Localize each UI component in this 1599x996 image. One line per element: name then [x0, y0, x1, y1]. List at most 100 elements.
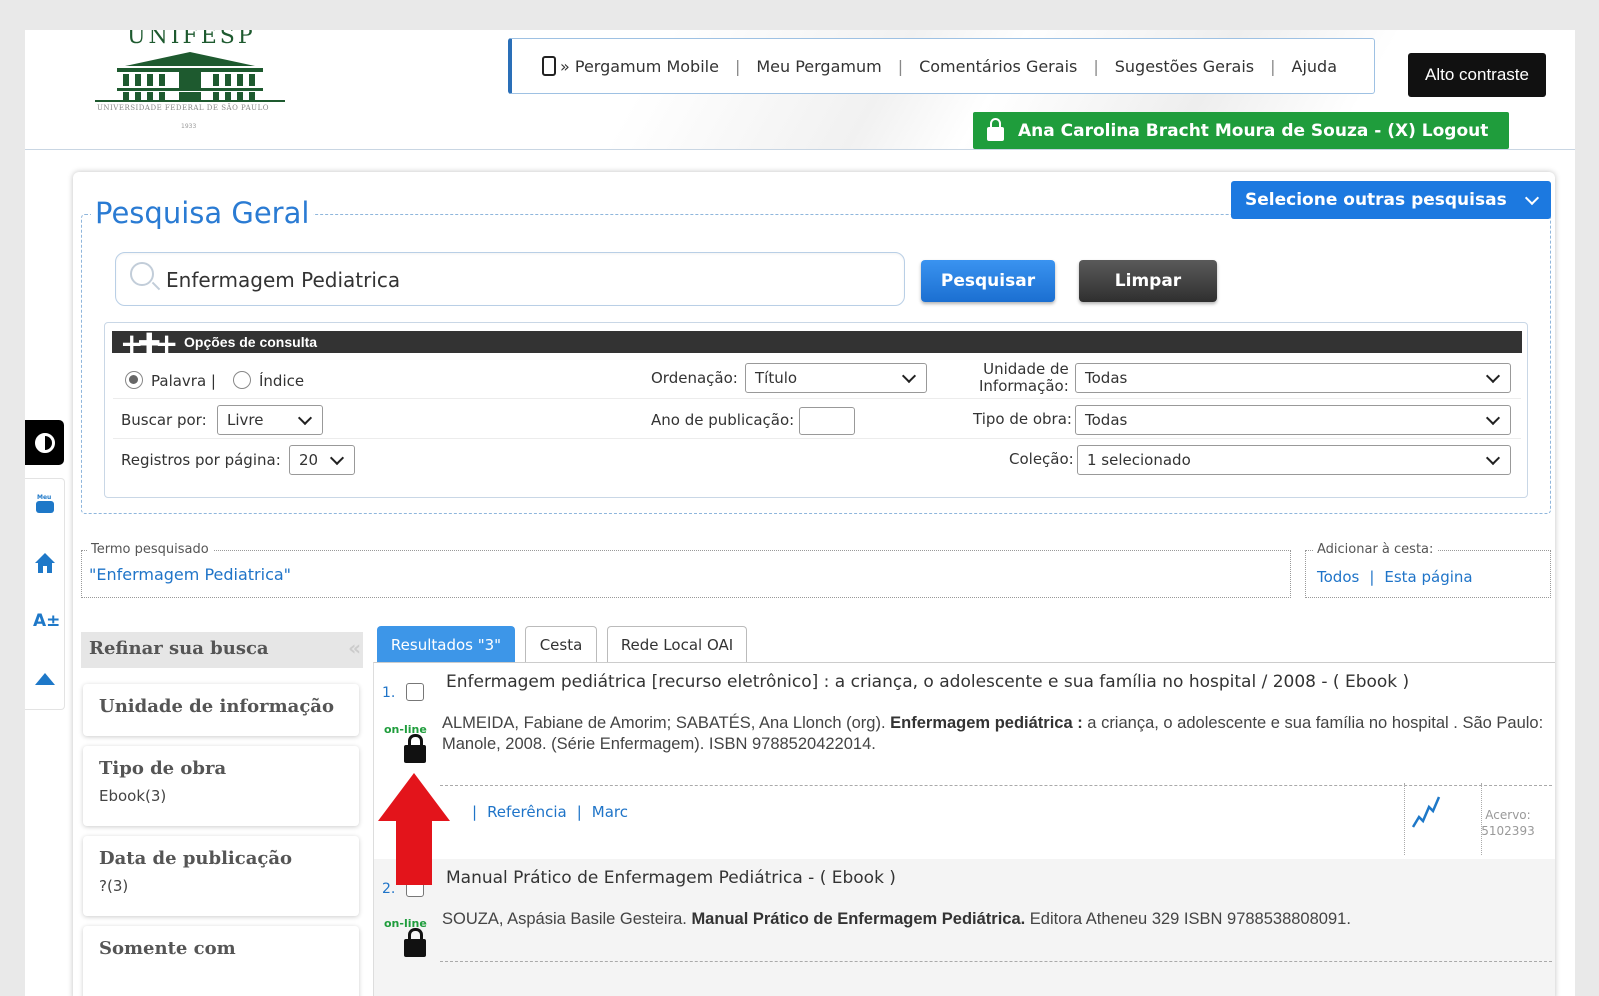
contrast-icon — [34, 432, 55, 453]
refine-tipo-obra[interactable]: Tipo de obra Ebook(3) — [83, 746, 359, 826]
buscar-value: Livre — [227, 411, 264, 429]
basket-all-link[interactable]: Todos — [1317, 568, 1359, 586]
refine-title: Refinar sua busca — [89, 638, 269, 659]
other-searches-label: Selecione outras pesquisas — [1245, 190, 1507, 210]
list-item: 1. on-line Enfermagem pediátrica [recurs… — [374, 663, 1555, 859]
top-navigation: » Pergamum Mobile | Meu Pergamum | Comen… — [508, 38, 1375, 94]
link-separator: | — [1369, 568, 1375, 586]
result-bold-title: Manual Prático de Enfermagem Pediátrica. — [691, 910, 1026, 928]
acervo-label: Acervo: — [1485, 808, 1531, 822]
result-description: ALMEIDA, Fabiane de Amorim; SABATÉS, Ana… — [442, 713, 1552, 755]
nav-separator: | — [1270, 56, 1276, 76]
contrast-toggle-button[interactable] — [25, 420, 64, 465]
radio-button[interactable] — [233, 371, 251, 389]
colecao-value: 1 selecionado — [1087, 451, 1191, 469]
radio-palavra[interactable]: Palavra | — [125, 371, 216, 390]
buscar-select[interactable]: Livre — [217, 405, 323, 435]
font-size-icon[interactable]: A± — [33, 609, 60, 633]
nav-pergamum-mobile[interactable]: » Pergamum Mobile — [560, 57, 719, 76]
options-row: Registros por página: 20 Coleção: 1 sele… — [113, 441, 1521, 479]
search-card: Pesquisa Geral Selecione outras pesquisa… — [73, 172, 1555, 996]
refine-unidade[interactable]: Unidade de informação — [83, 684, 359, 736]
mobile-icon — [542, 56, 556, 76]
refine-data-publicacao[interactable]: Data de publicação ?(3) — [83, 836, 359, 916]
chevron-down-icon — [329, 450, 345, 466]
acervo-value: 5102393 — [1481, 824, 1535, 838]
online-badge[interactable]: on-line — [382, 723, 432, 773]
search-term-value: "Enfermagem Pediatrica" — [89, 565, 292, 584]
lock-icon — [404, 734, 426, 763]
accessibility-panel: Meu A± — [25, 478, 65, 710]
refine-group-title: Data de publicação — [99, 848, 293, 869]
nav-ajuda[interactable]: Ajuda — [1292, 57, 1338, 76]
user-logout-bar[interactable]: Ana Carolina Bracht Moura de Souza - (X)… — [973, 112, 1509, 149]
refine-group-value[interactable]: ?(3) — [99, 877, 343, 895]
basket-page-link[interactable]: Esta página — [1384, 568, 1472, 586]
radio-indice[interactable]: Índice — [233, 371, 304, 390]
online-label: on-line — [384, 917, 427, 930]
page-title: Pesquisa Geral — [91, 196, 314, 230]
ordenacao-select[interactable]: Título — [745, 363, 927, 393]
marc-link[interactable]: Marc — [592, 803, 628, 821]
scroll-top-icon[interactable] — [33, 667, 57, 691]
registros-select[interactable]: 20 — [289, 445, 355, 475]
tab-cesta[interactable]: Cesta — [525, 626, 597, 662]
result-checkbox[interactable] — [406, 683, 424, 701]
site-header: UNIFESP UNIVERSIDADE FEDERAL DE SÃO PAUL… — [25, 30, 1575, 150]
logo-name: UNIFESP — [127, 30, 256, 49]
online-label: on-line — [384, 723, 427, 736]
tab-resultados[interactable]: Resultados "3" — [377, 626, 515, 662]
unidade-select[interactable]: Todas — [1075, 363, 1511, 393]
tipo-select[interactable]: Todas — [1075, 405, 1511, 435]
nav-comentarios-gerais[interactable]: Comentários Gerais — [919, 57, 1077, 76]
result-authors: ALMEIDA, Fabiane de Amorim; SABATÉS, Ana… — [442, 714, 891, 732]
result-bold-title: Enfermagem pediátrica : — [890, 714, 1083, 732]
other-searches-dropdown[interactable]: Selecione outras pesquisas — [1231, 181, 1551, 219]
clear-button[interactable]: Limpar — [1079, 260, 1217, 302]
search-input[interactable] — [166, 263, 886, 297]
search-term-legend: Termo pesquisado — [87, 542, 213, 557]
refine-somente-com[interactable]: Somente com — [83, 926, 359, 996]
user-logout-label: Ana Carolina Bracht Moura de Souza - (X)… — [1018, 120, 1489, 141]
divider — [440, 961, 1552, 962]
online-badge[interactable]: on-line — [382, 917, 432, 967]
collapse-icon[interactable]: « — [348, 636, 361, 660]
link-separator: | — [472, 803, 478, 821]
divider — [440, 785, 1552, 786]
university-building-icon — [95, 52, 285, 102]
unifesp-logo[interactable]: UNIFESP UNIVERSIDADE FEDERAL DE SÃO PAUL… — [95, 30, 285, 135]
ordenacao-value: Título — [755, 369, 798, 387]
acervo-id: Acervo: 5102393 — [1468, 807, 1548, 839]
logo-subtitle: UNIVERSIDADE FEDERAL DE SÃO PAULO — [97, 104, 269, 112]
refine-group-title: Tipo de obra — [99, 758, 227, 779]
nav-separator: | — [734, 56, 741, 76]
tab-rede-local-oai[interactable]: Rede Local OAI — [607, 626, 747, 662]
options-row: Palavra | Índice Ordenação: Título Unida… — [113, 361, 1521, 399]
ano-input[interactable] — [799, 407, 855, 435]
plus-icon: +✚+ — [120, 327, 178, 360]
lock-icon — [987, 117, 1004, 141]
meu-pergamum-icon[interactable]: Meu — [33, 493, 57, 517]
high-contrast-button[interactable]: Alto contraste — [1408, 53, 1546, 97]
tipo-value: Todas — [1085, 411, 1128, 429]
refine-group-value[interactable]: Ebook(3) — [99, 787, 343, 805]
search-button[interactable]: Pesquisar — [921, 260, 1055, 302]
unidade-label: Unidade de Informação: — [979, 361, 1069, 395]
unidade-label-line1: Unidade de — [983, 360, 1069, 378]
result-title[interactable]: Enfermagem pediátrica [recurso eletrônic… — [446, 672, 1409, 692]
registros-value: 20 — [299, 451, 319, 469]
result-title[interactable]: Manual Prático de Enfermagem Pediátrica … — [446, 868, 896, 888]
result-number: 1. — [382, 685, 396, 701]
nav-sugestoes-gerais[interactable]: Sugestões Gerais — [1115, 57, 1254, 76]
query-options-header[interactable]: +✚+ Opções de consulta — [112, 327, 1522, 360]
result-links: | Referência | Marc — [462, 803, 628, 821]
options-row: Buscar por: Livre Ano de publicação: Tip… — [113, 401, 1521, 439]
svg-text:Meu: Meu — [37, 494, 51, 501]
home-icon[interactable] — [33, 551, 57, 575]
radio-button[interactable] — [125, 371, 143, 389]
unidade-value: Todas — [1085, 369, 1128, 387]
logo-year: 1933 — [181, 123, 197, 130]
referencia-link[interactable]: Referência — [487, 803, 567, 821]
colecao-select[interactable]: 1 selecionado — [1077, 445, 1511, 475]
nav-meu-pergamum[interactable]: Meu Pergamum — [756, 57, 881, 76]
